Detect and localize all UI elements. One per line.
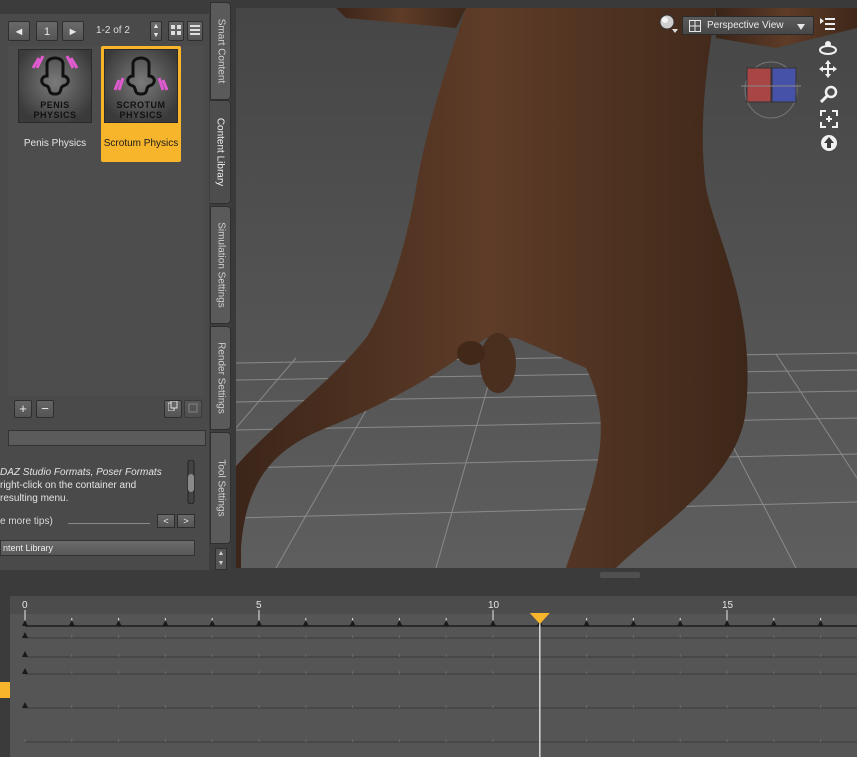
frame-selection-icon[interactable] <box>820 110 838 128</box>
icon-view-button[interactable] <box>168 21 184 41</box>
tab-label: Smart Content <box>215 18 226 84</box>
content-library-toolbar: ◄ 1 ► 1-2 of 2 ▲ ▼ <box>8 18 204 44</box>
tab-label: Tool Settings <box>215 459 226 517</box>
tab-label: Simulation Settings <box>215 222 226 308</box>
item-thumbnail: PENIS PHYSICS <box>18 49 92 123</box>
timeline-selection-marker[interactable] <box>0 682 10 698</box>
reset-view-icon[interactable] <box>820 134 838 152</box>
more-tips-label: e more tips) <box>0 516 53 527</box>
list-view-button[interactable] <box>187 21 203 41</box>
keyframe-marker[interactable] <box>630 620 637 626</box>
tab-label: Render Settings <box>215 342 226 414</box>
tab-render-settings[interactable]: Render Settings <box>210 326 231 430</box>
content-item-scrotum-physics[interactable]: SCROTUM PHYSICS Scrotum Physics <box>101 46 181 162</box>
keyframe-marker[interactable] <box>490 620 496 626</box>
playhead-marker[interactable] <box>529 613 550 624</box>
keyframe-marker[interactable] <box>68 620 75 626</box>
remove-button[interactable]: − <box>36 400 54 418</box>
item-label: Penis Physics <box>23 138 87 149</box>
perspective-view-icon <box>689 20 701 32</box>
paste-icon <box>188 403 198 413</box>
copy-button[interactable] <box>164 400 182 418</box>
tips-line-2: right-click on the container and <box>0 480 137 491</box>
side-tab-strip: Smart Content Content Library Simulation… <box>209 0 231 570</box>
viewport-menu-icon[interactable] <box>820 16 836 32</box>
tips-scrollbar[interactable] <box>186 459 196 505</box>
keyframe-marker[interactable] <box>22 651 28 657</box>
thumb-title-line2: PHYSICS <box>119 110 163 120</box>
view-cube-icon[interactable] <box>741 60 801 120</box>
panel-top-strip <box>0 0 210 14</box>
content-items-area: PENIS PHYSICS Penis Physics SCROTUM PHYS… <box>8 46 204 396</box>
orbit-icon[interactable] <box>818 38 838 56</box>
keyframe-marker[interactable] <box>396 620 403 626</box>
thumb-size-stepper[interactable]: ▲ ▼ <box>150 21 162 41</box>
view-mode-dropdown[interactable]: Perspective View <box>682 16 814 35</box>
keyframe-marker[interactable] <box>22 668 28 674</box>
keyframe-marker[interactable] <box>22 620 28 626</box>
list-icon <box>190 25 200 35</box>
splitter-grip[interactable] <box>600 572 640 578</box>
item-label: Scrotum Physics <box>103 138 179 149</box>
tips-link-button[interactable]: ntent Library <box>0 540 195 556</box>
view-mode-label: Perspective View <box>707 20 784 31</box>
keyframe-marker[interactable] <box>22 632 28 638</box>
3d-viewport[interactable] <box>236 8 857 568</box>
thumb-title-line1: PENIS <box>40 100 70 110</box>
grid-icon <box>171 25 181 35</box>
page-number-button[interactable]: 1 <box>36 21 58 41</box>
tips-text: DAZ Studio Formats, Poser Formats right-… <box>0 466 185 505</box>
item-thumbnail: SCROTUM PHYSICS <box>104 49 178 123</box>
tips-prev-button[interactable]: < <box>157 514 175 528</box>
page-count: 1-2 of 2 <box>96 25 130 36</box>
keyframe-marker[interactable] <box>22 702 28 708</box>
keyframe-marker[interactable] <box>162 620 169 626</box>
keyframe-marker[interactable] <box>256 620 262 626</box>
forward-button[interactable]: ► <box>62 21 84 41</box>
tab-tool-settings[interactable]: Tool Settings <box>210 432 231 544</box>
content-item-penis-physics[interactable]: PENIS PHYSICS Penis Physics <box>15 46 95 162</box>
tab-scroll-buttons[interactable]: ▲ ▼ <box>215 548 227 570</box>
tab-content-library[interactable]: Content Library <box>210 100 231 204</box>
tips-divider <box>68 523 150 524</box>
pane-splitter[interactable] <box>0 570 857 596</box>
chevron-down-icon <box>797 24 805 30</box>
keyframe-marker[interactable] <box>677 620 684 626</box>
content-library-bottom-bar: + − <box>8 398 204 422</box>
thumb-title-line1: SCROTUM <box>116 100 166 110</box>
tips-line-3: resulting menu. <box>0 493 69 504</box>
scroll-grip-icon <box>187 459 195 505</box>
add-button[interactable]: + <box>14 400 32 418</box>
pan-icon[interactable] <box>819 60 837 78</box>
keyframe-marker[interactable] <box>770 620 777 626</box>
timeline-gutter <box>0 596 10 757</box>
tips-line-1: DAZ Studio Formats, Poser Formats <box>0 467 162 478</box>
tips-header-bar <box>8 430 206 446</box>
keyframe-marker[interactable] <box>724 620 730 626</box>
keyframe-marker[interactable] <box>817 620 824 626</box>
thumb-title-line2: PHYSICS <box>33 110 77 120</box>
shading-mode-icon[interactable] <box>658 13 680 35</box>
timeline-tracks[interactable] <box>10 596 857 757</box>
keyframe-marker[interactable] <box>209 620 216 626</box>
zoom-icon[interactable] <box>820 85 838 103</box>
keyframe-marker[interactable] <box>349 620 356 626</box>
back-button[interactable]: ◄ <box>8 21 30 41</box>
keyframe-marker[interactable] <box>583 620 590 626</box>
tab-smart-content[interactable]: Smart Content <box>210 2 231 100</box>
keyframe-marker[interactable] <box>302 620 309 626</box>
copy-icon <box>167 400 178 412</box>
tab-label: Content Library <box>214 117 226 187</box>
tips-next-button[interactable]: > <box>177 514 195 528</box>
keyframe-marker[interactable] <box>115 620 122 626</box>
keyframe-marker[interactable] <box>443 620 450 626</box>
paste-button[interactable] <box>184 400 202 418</box>
tab-simulation-settings[interactable]: Simulation Settings <box>210 206 231 324</box>
